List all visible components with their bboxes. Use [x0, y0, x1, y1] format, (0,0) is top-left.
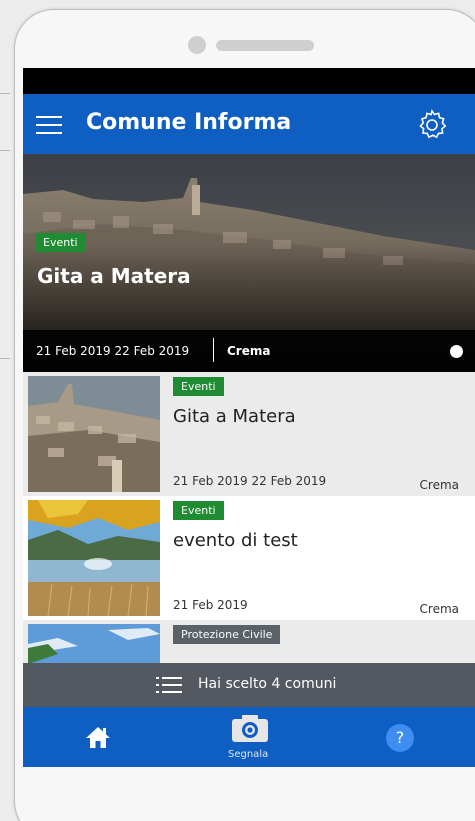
phone-speaker: [216, 40, 314, 51]
item-thumbnail: [28, 500, 160, 616]
guide-mark: [0, 150, 10, 151]
home-icon[interactable]: [85, 725, 111, 749]
hero-banner[interactable]: Eventi Gita a Matera 21 Feb 2019 22 Feb …: [23, 154, 475, 372]
hero-location: Crema: [227, 344, 271, 358]
camera-icon: [232, 715, 268, 742]
item-location: Crema: [419, 478, 459, 492]
selected-comuni-bar[interactable]: Hai scelto 4 comuni: [23, 663, 475, 707]
hero-title: Gita a Matera: [37, 264, 191, 288]
selected-comuni-label: Hai scelto 4 comuni: [198, 676, 337, 692]
guide-mark: [0, 93, 10, 94]
hero-info-bar: 21 Feb 2019 22 Feb 2019 Crema: [23, 330, 475, 372]
help-symbol: ?: [395, 728, 405, 747]
bottom-navigation: Segnala ?: [23, 707, 475, 767]
item-title: evento di test: [173, 530, 298, 551]
hero-dates: 21 Feb 2019 22 Feb 2019: [36, 344, 190, 358]
category-tag: Eventi: [173, 377, 224, 396]
guide-mark: [0, 358, 10, 359]
help-icon[interactable]: ?: [386, 724, 414, 752]
category-tag: Protezione Civile: [173, 625, 281, 644]
app-bar: Comune Informa: [23, 94, 475, 154]
app-title: Comune Informa: [86, 110, 292, 135]
settings-icon[interactable]: [416, 108, 448, 140]
carousel-indicator[interactable]: [450, 345, 463, 358]
segnala-label: Segnala: [228, 749, 269, 760]
category-tag: Eventi: [173, 501, 224, 520]
hero-category-tag: Eventi: [36, 233, 85, 252]
item-dates: 21 Feb 2019: [173, 598, 248, 612]
list-item[interactable]: Eventi evento di test 21 Feb 2019 Crema: [23, 496, 475, 620]
list-icon: [156, 677, 182, 693]
item-thumbnail: [28, 376, 160, 492]
menu-icon[interactable]: [36, 116, 62, 134]
item-location: Crema: [419, 602, 459, 616]
item-dates: 21 Feb 2019 22 Feb 2019: [173, 474, 327, 488]
hero-divider: [213, 338, 214, 362]
status-bar: [23, 68, 475, 94]
list-item[interactable]: Eventi Gita a Matera 21 Feb 2019 22 Feb …: [23, 372, 475, 496]
phone-camera: [188, 36, 206, 54]
app-screen: Comune Informa Eventi Gita a Matera 21 F…: [23, 68, 475, 767]
page: Comune Informa Eventi Gita a Matera 21 F…: [0, 0, 475, 821]
item-title: Gita a Matera: [173, 406, 296, 427]
